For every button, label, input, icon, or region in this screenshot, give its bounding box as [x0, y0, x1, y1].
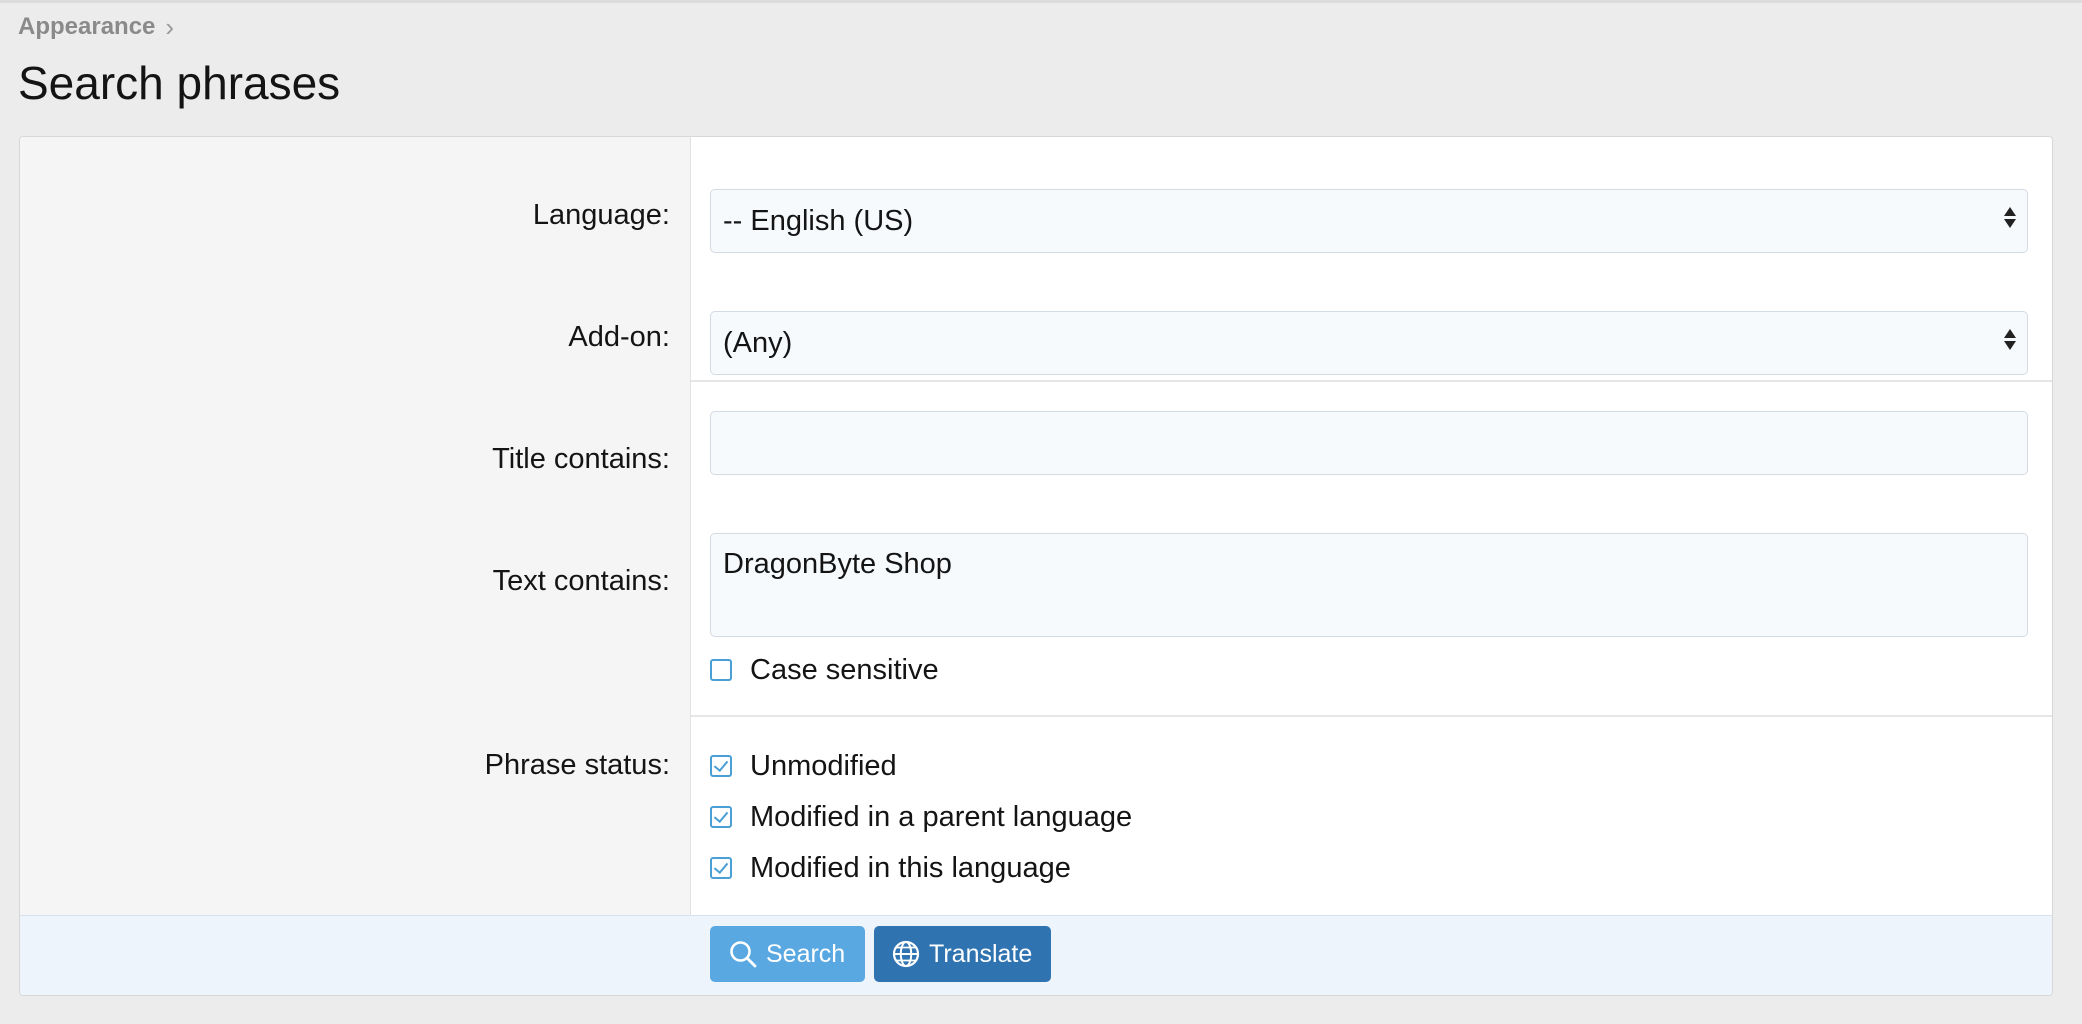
- language-select-value: -- English (US): [723, 204, 914, 237]
- status-option-modified-this[interactable]: Modified in this language: [710, 851, 1071, 885]
- select-arrows-icon: [2003, 207, 2017, 228]
- case-sensitive-option[interactable]: Case sensitive: [710, 653, 939, 687]
- status-option-unmodified[interactable]: Unmodified: [710, 749, 897, 783]
- breadcrumb: Appearance ›: [18, 12, 174, 42]
- translate-button-label: Translate: [929, 939, 1033, 968]
- section-divider: [691, 715, 2052, 717]
- translate-button[interactable]: Translate: [874, 926, 1051, 982]
- modified-this-label: Modified in this language: [750, 851, 1071, 884]
- title-contains-input[interactable]: [710, 411, 2028, 475]
- chevron-right-icon: ›: [165, 11, 175, 42]
- modified-this-checkbox[interactable]: [710, 857, 732, 879]
- modified-parent-checkbox[interactable]: [710, 806, 732, 828]
- section-divider: [691, 380, 2052, 382]
- title-contains-label: Title contains:: [492, 443, 670, 475]
- breadcrumb-link-appearance[interactable]: Appearance: [18, 13, 155, 41]
- unmodified-label: Unmodified: [750, 749, 897, 782]
- select-arrows-icon: [2003, 329, 2017, 350]
- addon-select-value: (Any): [723, 326, 793, 359]
- unmodified-checkbox[interactable]: [710, 755, 732, 777]
- phrase-status-label: Phrase status:: [484, 749, 670, 781]
- text-contains-label: Text contains:: [492, 565, 670, 597]
- text-contains-textarea[interactable]: DragonByte Shop: [710, 533, 2028, 637]
- search-button[interactable]: Search: [710, 926, 865, 982]
- search-button-label: Search: [766, 939, 846, 968]
- search-icon: [730, 941, 757, 968]
- modified-parent-label: Modified in a parent language: [750, 800, 1133, 833]
- top-shadow: [0, 0, 2082, 3]
- page-title: Search phrases: [18, 57, 341, 109]
- label-column: [20, 137, 691, 915]
- addon-label: Add-on:: [568, 321, 670, 353]
- search-form: Language: -- English (US) Add-on: (Any) …: [19, 136, 2053, 996]
- status-option-modified-parent[interactable]: Modified in a parent language: [710, 800, 1132, 834]
- language-label: Language:: [532, 199, 670, 231]
- form-submit-row: Search Translate: [20, 915, 2052, 995]
- globe-icon: [892, 940, 920, 968]
- case-sensitive-label: Case sensitive: [750, 653, 939, 686]
- addon-select[interactable]: (Any): [710, 311, 2028, 375]
- case-sensitive-checkbox[interactable]: [710, 659, 732, 681]
- language-select[interactable]: -- English (US): [710, 189, 2028, 253]
- text-contains-value: DragonByte Shop: [723, 548, 952, 580]
